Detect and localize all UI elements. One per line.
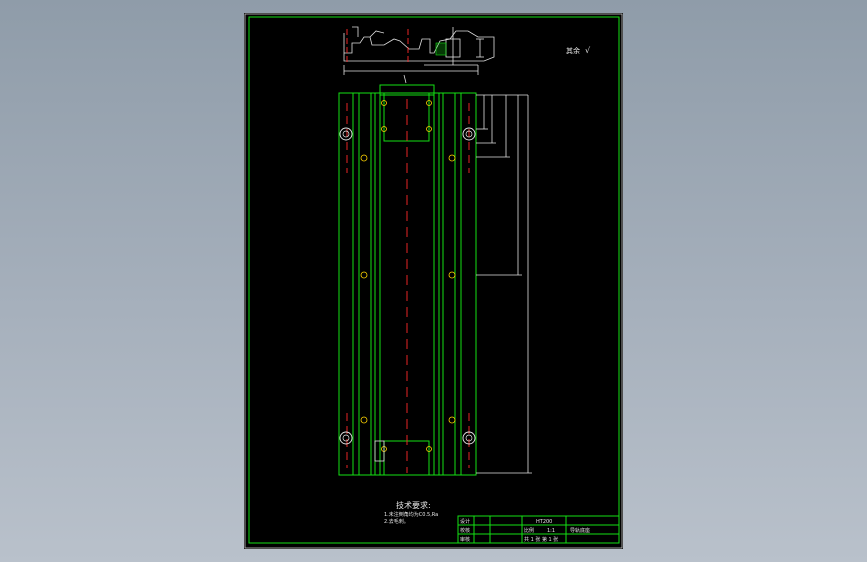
cad-viewport[interactable]: 其余 √ 技术要求: 1.未注倒角均为C0.5,Ra 2.去毛刺。 设计 校核 … [0, 0, 867, 562]
title-block-row-review: 审核 [460, 536, 470, 543]
title-block-scale-label: 比例 [524, 527, 534, 534]
plan-view [338, 84, 477, 476]
section-view [343, 26, 495, 84]
title-block-row-check: 校核 [460, 527, 470, 534]
title-block-scale: 1:1 [547, 528, 555, 534]
title-block: 设计 校核 审核 HT200 比例 1:1 导轨底座 共 1 张 第 1 张 [457, 515, 620, 544]
notes-title: 技术要求: [396, 500, 431, 510]
title-block-material: HT200 [536, 519, 552, 525]
drawing-canvas: 其余 √ 技术要求: 1.未注倒角均为C0.5,Ra 2.去毛刺。 设计 校核 … [244, 13, 623, 549]
notes-line-1: 1.未注倒角均为C0.5,Ra [384, 511, 438, 518]
roughness-note: 其余 [566, 46, 580, 55]
title-block-part-name: 导轨底座 [570, 527, 590, 534]
dimension-lines [476, 94, 532, 474]
roughness-symbol: √ [585, 46, 591, 55]
title-block-sheet-info: 共 1 张 第 1 张 [524, 536, 558, 543]
title-block-row-design: 设计 [460, 518, 470, 525]
notes-line-2: 2.去毛刺。 [384, 518, 409, 525]
drawing-sheet: 其余 √ 技术要求: 1.未注倒角均为C0.5,Ra 2.去毛刺。 设计 校核 … [244, 13, 623, 549]
